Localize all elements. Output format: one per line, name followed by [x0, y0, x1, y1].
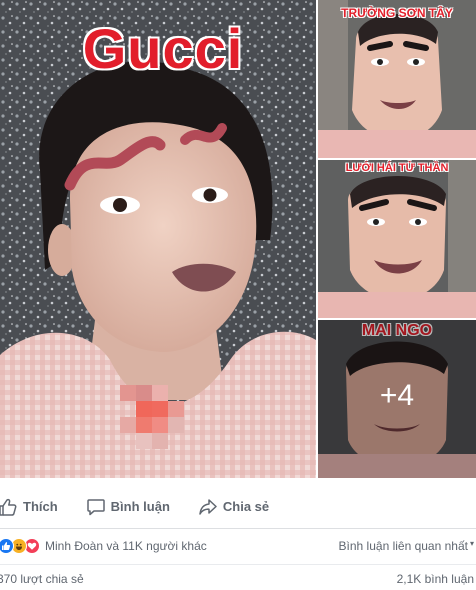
post-action-bar: Thích Bình luận Chia sẻ: [0, 485, 476, 529]
photo-overlay-text: Gucci: [81, 16, 244, 81]
post-stats-bar: 370 lượt chia sẻ 2,1K bình luận: [0, 569, 476, 589]
shares-count-link[interactable]: 370 lượt chia sẻ: [0, 572, 84, 586]
more-photos-overlay[interactable]: +4: [318, 320, 476, 478]
side-photo-2[interactable]: LƯỚI HÁI TỬ THẦN: [318, 160, 476, 318]
comment-bubble-icon: [86, 498, 105, 515]
side-photo-1-caption: TRƯỜNG SƠN TÂY: [341, 6, 453, 20]
side-photo-2-caption: LƯỚI HÁI TỬ THẦN: [345, 162, 449, 174]
like-button[interactable]: Thích: [0, 491, 64, 523]
comment-sort-label: Bình luận liên quan nhất: [338, 539, 468, 553]
comment-button[interactable]: Bình luận: [86, 491, 176, 523]
caret-down-icon: ▾: [469, 538, 474, 548]
comment-sort-dropdown[interactable]: Bình luận liên quan nhất ▾: [338, 538, 474, 554]
main-photo[interactable]: Gucci: [0, 0, 316, 478]
thumbs-up-icon: [0, 498, 17, 516]
share-button-label: Chia sẻ: [222, 499, 270, 514]
share-arrow-icon: [199, 498, 217, 515]
like-reaction-icon: [0, 538, 14, 554]
side-photo-3[interactable]: MAI NGO +4: [318, 320, 476, 478]
side-photo-1-image: [318, 0, 476, 158]
more-photos-count: +4: [379, 379, 415, 412]
side-photo-2-image: [318, 160, 476, 318]
reaction-icons: [0, 538, 40, 554]
reactions-summary-text: Minh Đoàn và 11K người khác: [45, 539, 207, 553]
side-photo-1[interactable]: TRƯỜNG SƠN TÂY: [318, 0, 476, 158]
comment-button-label: Bình luận: [110, 499, 170, 514]
comments-count-link[interactable]: 2,1K bình luận: [397, 572, 474, 586]
reactions-summary[interactable]: Minh Đoàn và 11K người khác: [0, 538, 207, 554]
like-button-label: Thích: [23, 499, 58, 514]
stats-divider: [0, 564, 476, 565]
share-button[interactable]: Chia sẻ: [198, 491, 275, 523]
photo-grid: Gucci TRƯỜNG SƠN TÂY LƯỚI HÁI TỬ THẦN MA…: [0, 0, 476, 478]
reactions-bar: Minh Đoàn và 11K người khác Bình luận li…: [0, 533, 476, 559]
